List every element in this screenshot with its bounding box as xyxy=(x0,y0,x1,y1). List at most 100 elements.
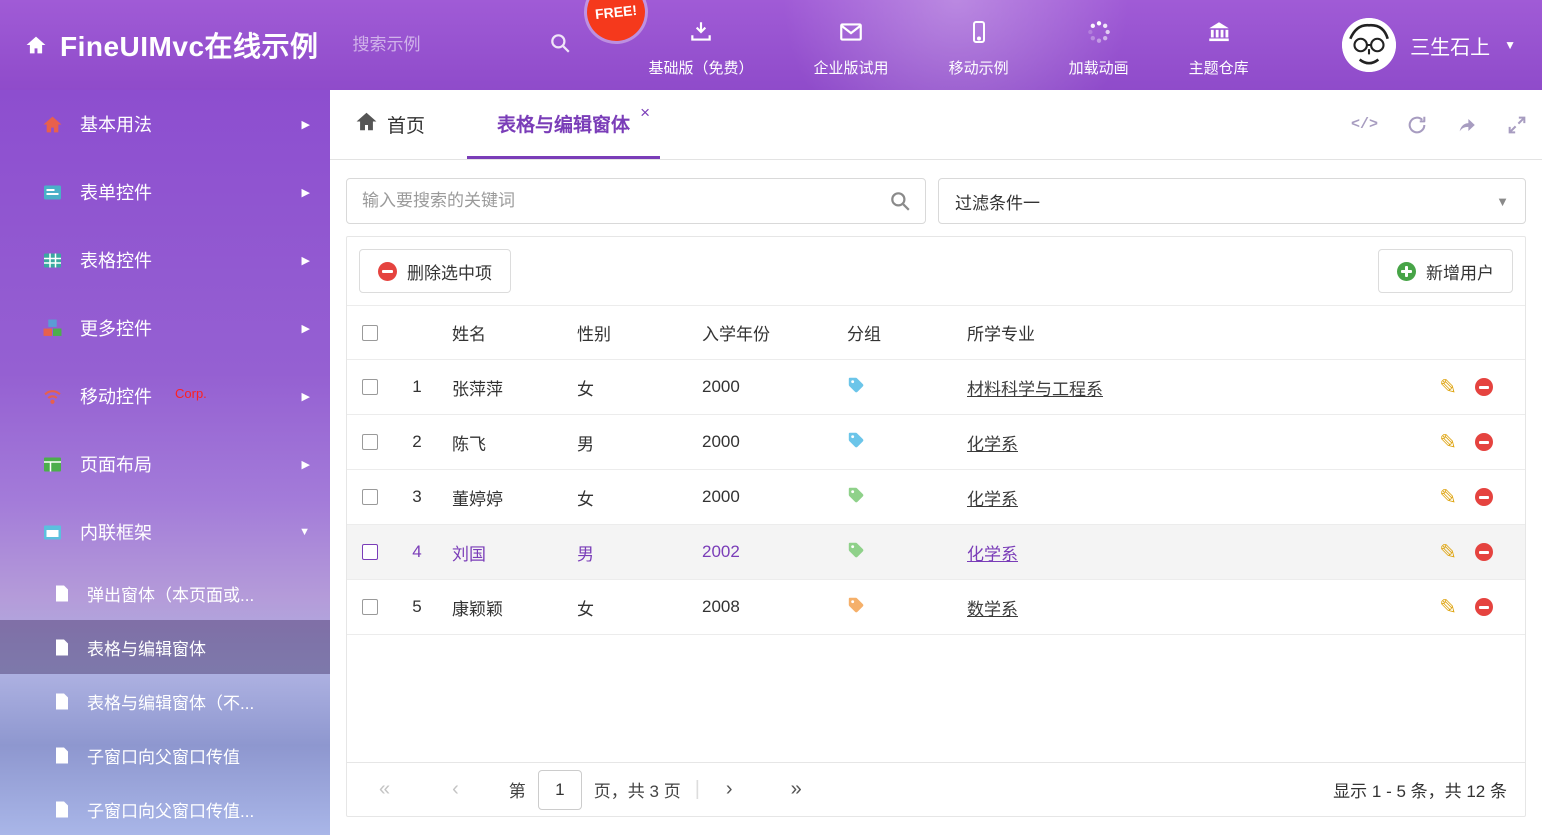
keyword-input[interactable] xyxy=(347,191,875,211)
close-icon[interactable]: × xyxy=(640,104,650,121)
table-row[interactable]: 5 康颖颖 女 2008 数学系 ✎ xyxy=(347,580,1525,635)
code-icon[interactable]: </> xyxy=(1351,116,1378,133)
cell-year: 2008 xyxy=(692,597,837,617)
cell-name: 康颖颖 xyxy=(442,595,567,620)
tab-grid-edit-window[interactable]: 表格与编辑窗体 × xyxy=(467,90,660,159)
last-page-icon[interactable]: » xyxy=(791,778,802,801)
forward-icon[interactable] xyxy=(1456,114,1478,136)
major-link[interactable]: 数学系 xyxy=(967,600,1018,619)
sidebar-item-form-controls[interactable]: 表单控件 ▶ xyxy=(0,158,330,226)
nav-loading-animation[interactable]: 加载动画 xyxy=(1069,13,1129,78)
row-checkbox[interactable] xyxy=(362,379,378,395)
major-link[interactable]: 化学系 xyxy=(967,545,1018,564)
add-user-label: 新增用户 xyxy=(1426,259,1494,284)
edit-icon[interactable]: ✎ xyxy=(1439,597,1457,618)
search-icon[interactable] xyxy=(549,32,571,59)
tab-home[interactable]: 首页 xyxy=(344,90,437,159)
table-row[interactable]: 4 刘国 男 2002 化学系 ✎ xyxy=(347,525,1525,580)
refresh-icon[interactable] xyxy=(1406,114,1428,136)
select-all-checkbox[interactable] xyxy=(362,325,378,341)
chevron-down-icon: ▼ xyxy=(1504,38,1516,52)
page-prefix: 第 xyxy=(509,777,526,802)
edit-icon[interactable]: ✎ xyxy=(1439,542,1457,563)
table-icon xyxy=(42,252,62,269)
edit-icon[interactable]: ✎ xyxy=(1439,377,1457,398)
sidebar-subitem-grid-edit-window-2[interactable]: 表格与编辑窗体（不... xyxy=(0,674,330,728)
nav-basic-free[interactable]: FREE! 基础版（免费） xyxy=(649,13,754,78)
column-header-group[interactable]: 分组 xyxy=(837,320,957,345)
filter-dropdown[interactable]: 过滤条件一 ▼ xyxy=(938,178,1526,224)
sidebar-subitem-child-to-parent[interactable]: 子窗口向父窗口传值 xyxy=(0,728,330,782)
record-summary: 显示 1 - 5 条，共 12 条 xyxy=(1333,777,1507,802)
sidebar-item-label: 表格控件 xyxy=(80,247,152,273)
add-user-button[interactable]: 新增用户 xyxy=(1378,249,1513,293)
sidebar-item-iframe[interactable]: 内联框架 ▼ xyxy=(0,498,330,566)
delete-icon[interactable] xyxy=(1475,433,1493,451)
header-search-input[interactable] xyxy=(353,35,503,55)
table-row[interactable]: 2 陈飞 男 2000 化学系 ✎ xyxy=(347,415,1525,470)
sidebar-item-label: 更多控件 xyxy=(80,315,152,341)
major-link[interactable]: 化学系 xyxy=(967,490,1018,509)
bank-icon xyxy=(1205,19,1233,49)
sidebar-item-basic-usage[interactable]: 基本用法 ▶ xyxy=(0,90,330,158)
sidebar-subitem-label: 子窗口向父窗口传值 xyxy=(87,743,240,768)
nav-enterprise-trial[interactable]: 企业版试用 xyxy=(814,13,889,78)
major-link[interactable]: 材料科学与工程系 xyxy=(967,380,1103,399)
spinner-icon xyxy=(1086,19,1112,49)
nav-label: 加载动画 xyxy=(1069,57,1129,78)
column-header-name[interactable]: 姓名 xyxy=(442,320,567,345)
table-row[interactable]: 3 董婷婷 女 2000 化学系 ✎ xyxy=(347,470,1525,525)
delete-icon[interactable] xyxy=(1475,378,1493,396)
fullscreen-icon[interactable] xyxy=(1506,114,1528,136)
file-icon xyxy=(52,747,72,764)
cubes-icon xyxy=(42,319,62,337)
next-page-icon[interactable]: › xyxy=(726,778,733,801)
delete-icon[interactable] xyxy=(1475,543,1493,561)
row-checkbox[interactable] xyxy=(362,489,378,505)
download-icon xyxy=(688,19,714,49)
edit-icon[interactable]: ✎ xyxy=(1439,487,1457,508)
tab-label: 表格与编辑窗体 xyxy=(497,110,630,137)
keyword-search-box xyxy=(346,178,926,224)
logo[interactable]: FineUIMvc在线示例 xyxy=(26,25,319,65)
sidebar-item-label: 页面布局 xyxy=(80,451,152,477)
nav-mobile-demo[interactable]: 移动示例 xyxy=(949,13,1009,78)
sidebar-item-page-layout[interactable]: 页面布局 ▶ xyxy=(0,430,330,498)
sidebar-item-grid-controls[interactable]: 表格控件 ▶ xyxy=(0,226,330,294)
chevron-right-icon: ▶ xyxy=(302,458,310,471)
sidebar-item-more-controls[interactable]: 更多控件 ▶ xyxy=(0,294,330,362)
sidebar-subitem-label: 弹出窗体（本页面或... xyxy=(87,581,254,606)
filter-row: 过滤条件一 ▼ xyxy=(330,160,1542,224)
prev-page-icon[interactable]: ‹ xyxy=(452,778,459,801)
delete-icon[interactable] xyxy=(1475,488,1493,506)
file-icon xyxy=(52,801,72,818)
user-menu[interactable]: 三生石上 ▼ xyxy=(1342,18,1516,72)
page-number-input[interactable] xyxy=(538,770,582,810)
sidebar-subitem-child-to-parent-2[interactable]: 子窗口向父窗口传值... xyxy=(0,782,330,835)
nav-theme-store[interactable]: 主题仓库 xyxy=(1189,13,1249,78)
major-link[interactable]: 化学系 xyxy=(967,435,1018,454)
chevron-down-icon: ▼ xyxy=(1496,194,1509,209)
edit-icon[interactable]: ✎ xyxy=(1439,432,1457,453)
cell-name: 刘国 xyxy=(442,540,567,565)
delete-selected-button[interactable]: 删除选中项 xyxy=(359,249,511,293)
sidebar-item-mobile-controls[interactable]: 移动控件 Corp. ▶ xyxy=(0,362,330,430)
row-checkbox[interactable] xyxy=(362,544,378,560)
search-button[interactable] xyxy=(875,179,925,223)
file-icon xyxy=(52,639,72,656)
minus-icon xyxy=(378,262,397,281)
row-checkbox[interactable] xyxy=(362,599,378,615)
column-header-gender[interactable]: 性别 xyxy=(567,320,692,345)
sidebar-subitem-popup-window[interactable]: 弹出窗体（本页面或... xyxy=(0,566,330,620)
delete-icon[interactable] xyxy=(1475,598,1493,616)
sidebar-item-label: 内联框架 xyxy=(80,519,152,545)
sidebar-subitem-grid-edit-window[interactable]: 表格与编辑窗体 xyxy=(0,620,330,674)
column-header-major[interactable]: 所学专业 xyxy=(957,320,1405,345)
first-page-icon[interactable]: « xyxy=(379,778,390,801)
tag-icon xyxy=(847,376,865,399)
column-header-year[interactable]: 入学年份 xyxy=(692,320,837,345)
row-number: 3 xyxy=(392,487,442,507)
table-row[interactable]: 1 张萍萍 女 2000 材料科学与工程系 ✎ xyxy=(347,360,1525,415)
file-icon xyxy=(52,693,72,710)
row-checkbox[interactable] xyxy=(362,434,378,450)
